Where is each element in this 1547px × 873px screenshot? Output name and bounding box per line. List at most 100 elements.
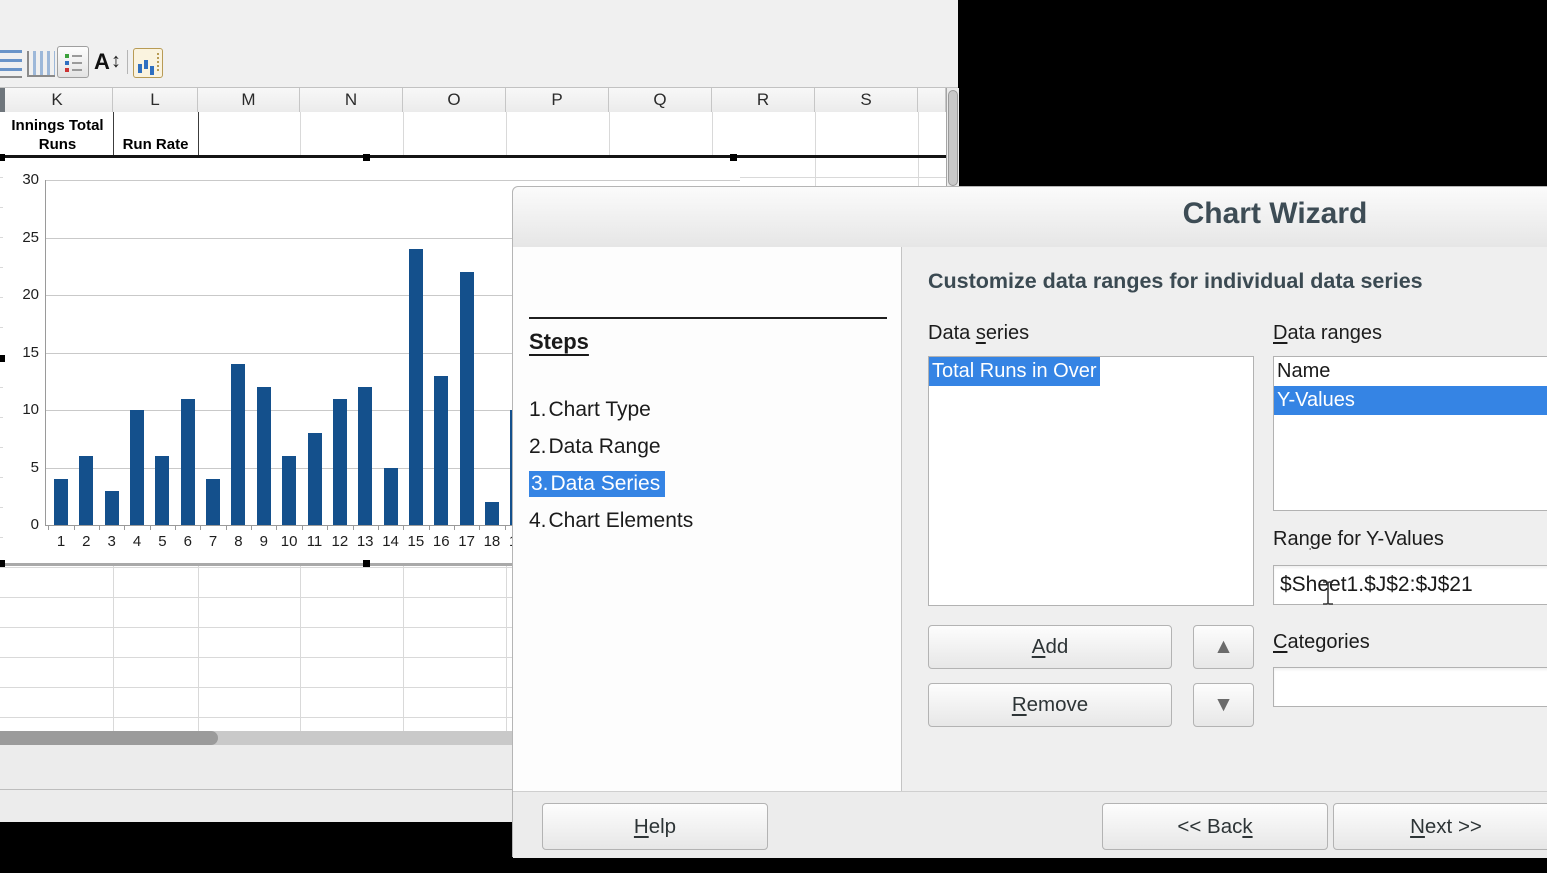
steps-heading: Steps — [529, 329, 589, 355]
x-axis-tick — [226, 525, 227, 530]
x-axis-tick — [99, 525, 100, 530]
bar-over-18 — [485, 502, 499, 525]
x-axis-tick — [276, 525, 277, 530]
selection-handle[interactable] — [363, 154, 370, 161]
data-ranges-listbox[interactable]: NameY-Values — [1273, 356, 1547, 511]
column-header-O[interactable]: O — [403, 88, 506, 112]
step-number: 2. — [529, 435, 547, 458]
range-y-values-label: Range for Y-Values — [1273, 528, 1444, 551]
dialog-titlebar[interactable]: Chart Wizard — [513, 187, 1547, 247]
cell-k1[interactable]: Innings Total Runs — [2, 116, 113, 154]
back-button[interactable]: << Back — [1102, 803, 1328, 850]
bar-over-11 — [308, 433, 322, 525]
y-axis-tick-label: 20 — [11, 286, 39, 303]
data-series-item[interactable]: Total Runs in Over — [929, 357, 1253, 386]
x-axis-tick-label: 8 — [225, 533, 251, 550]
x-axis-tick-label: 17 — [454, 533, 480, 550]
selection-handle[interactable] — [363, 560, 370, 567]
move-down-button[interactable]: ▼ — [1193, 683, 1254, 727]
y-axis-tick-label: 30 — [11, 171, 39, 188]
page-title: Customize data ranges for individual dat… — [928, 269, 1423, 294]
x-axis-tick-label: 2 — [73, 533, 99, 550]
bar-over-8 — [231, 364, 245, 525]
legend-icon[interactable] — [57, 46, 89, 78]
steps-panel: Steps 1.Chart Type2.Data Range3.Data Ser… — [513, 247, 902, 791]
vertical-grids-icon[interactable] — [27, 51, 55, 77]
data-range-item-name[interactable]: Name — [1274, 357, 1547, 386]
x-axis-tick — [251, 525, 252, 530]
x-axis-tick — [124, 525, 125, 530]
range-y-values-input[interactable]: $Sheet1.$J$2:$J$21 — [1273, 565, 1547, 605]
step-label: Data Series — [551, 472, 661, 495]
bar-over-1 — [54, 479, 68, 525]
selection-handle[interactable] — [0, 560, 5, 567]
step-number: 4. — [529, 509, 547, 532]
bar-over-15 — [409, 249, 423, 525]
x-axis-tick-label: 11 — [302, 533, 328, 550]
dialog-button-bar: Help << Back Next >> — [513, 791, 1547, 858]
x-axis-tick — [378, 525, 379, 530]
add-button[interactable]: Add — [928, 625, 1172, 669]
data-range-item-y-values[interactable]: Y-Values — [1274, 386, 1547, 415]
bar-over-13 — [358, 387, 372, 525]
x-axis-tick — [327, 525, 328, 530]
data-ranges-label: Data ranges — [1273, 322, 1382, 345]
x-axis-tick — [48, 525, 49, 530]
column-header-S[interactable]: S — [815, 88, 918, 112]
column-header-N[interactable]: N — [300, 88, 403, 112]
x-axis-tick-label: 13 — [352, 533, 378, 550]
bar-over-14 — [384, 468, 398, 526]
horizontal-grids-icon[interactable] — [0, 50, 22, 78]
column-headers: KLMNOPQRS — [0, 88, 946, 113]
categories-input[interactable] — [1273, 667, 1547, 707]
steps-list: 1.Chart Type2.Data Range3.Data Series4.C… — [529, 393, 693, 541]
column-header-L[interactable]: L — [113, 88, 198, 112]
column-header-R[interactable]: R — [712, 88, 815, 112]
step-number: 3. — [531, 472, 549, 495]
x-axis-tick — [302, 525, 303, 530]
step-item-2[interactable]: 2.Data Range — [529, 430, 693, 467]
selection-handle[interactable] — [0, 154, 5, 161]
column-header-partial[interactable] — [918, 88, 946, 112]
bar-over-5 — [155, 456, 169, 525]
vertical-scrollbar-thumb[interactable] — [948, 90, 958, 186]
chart-wizard-dialog: Chart Wizard Steps 1.Chart Type2.Data Ra… — [512, 186, 1547, 857]
selection-handle[interactable] — [0, 355, 5, 362]
bar-over-3 — [105, 491, 119, 526]
x-axis-tick-label: 3 — [99, 533, 125, 550]
toolbar-separator — [127, 50, 128, 74]
table-border-vline — [198, 112, 199, 157]
column-header-K[interactable]: K — [2, 88, 113, 112]
x-axis-tick-label: 9 — [251, 533, 277, 550]
move-up-button[interactable]: ▲ — [1193, 625, 1254, 669]
bar-over-10 — [282, 456, 296, 525]
bar-over-4 — [130, 410, 144, 525]
next-button[interactable]: Next >> — [1333, 803, 1547, 850]
help-button[interactable]: Help — [542, 803, 768, 850]
bar-over-6 — [181, 399, 195, 526]
cell-l1[interactable]: Run Rate — [113, 136, 198, 153]
x-axis-tick-label: 10 — [276, 533, 302, 550]
chart-type-icon[interactable] — [133, 48, 163, 78]
x-axis-tick — [429, 525, 430, 530]
column-header-M[interactable]: M — [198, 88, 300, 112]
down-arrow-icon: ▼ — [1213, 693, 1234, 716]
x-axis-tick-label: 5 — [149, 533, 175, 550]
x-axis-tick — [150, 525, 151, 530]
y-axis-tick-label: 0 — [11, 516, 39, 533]
column-header-Q[interactable]: Q — [609, 88, 712, 112]
remove-button[interactable]: Remove — [928, 683, 1172, 727]
column-header-P[interactable]: P — [506, 88, 609, 112]
chart-toolbar — [0, 0, 958, 88]
step-item-4[interactable]: 4.Chart Elements — [529, 504, 693, 541]
step-label: Data Range — [549, 435, 661, 458]
selection-handle[interactable] — [730, 154, 737, 161]
x-axis-tick — [353, 525, 354, 530]
y-gridline — [45, 180, 740, 181]
data-series-listbox[interactable]: Total Runs in Over — [928, 356, 1254, 606]
bar-over-9 — [257, 387, 271, 525]
step-item-3[interactable]: 3.Data Series — [529, 467, 693, 504]
step-item-1[interactable]: 1.Chart Type — [529, 393, 693, 430]
horizontal-scrollbar-thumb[interactable] — [0, 731, 218, 745]
text-scale-icon[interactable] — [94, 48, 124, 80]
